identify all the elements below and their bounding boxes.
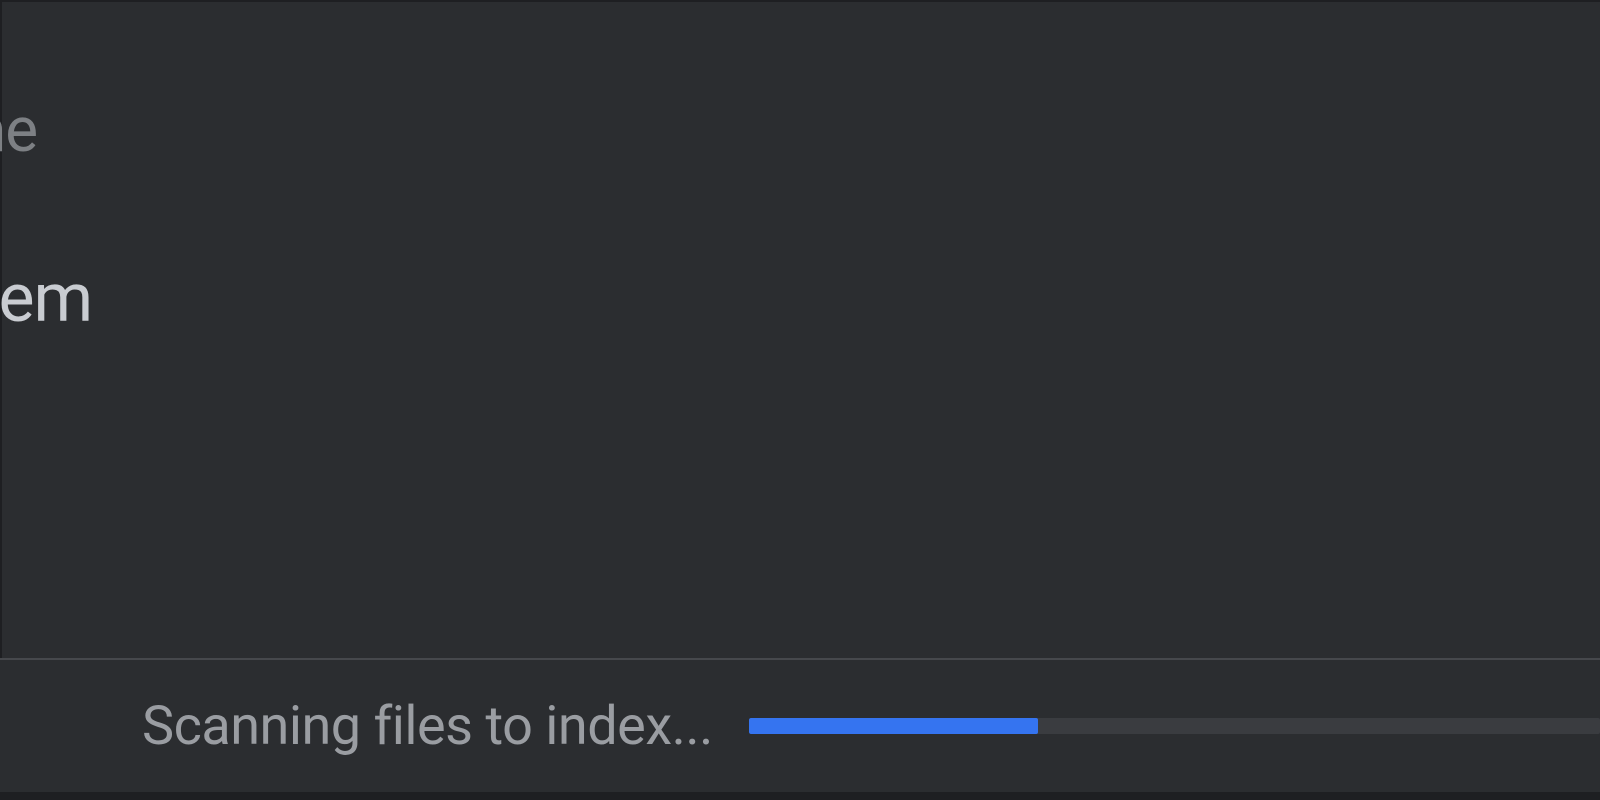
progress-fill [749,718,1038,734]
status-bar-inner: Scanning files to index... [0,660,1600,800]
editor-text-fragment-1: ne [0,94,37,167]
editor-text-fragment-2: hem [0,258,92,338]
status-bar: Scanning files to index... [0,658,1600,800]
status-message[interactable]: Scanning files to index... [142,695,713,758]
progress-bar[interactable] [749,718,1600,734]
editor-area[interactable]: ne hem [0,0,1600,658]
